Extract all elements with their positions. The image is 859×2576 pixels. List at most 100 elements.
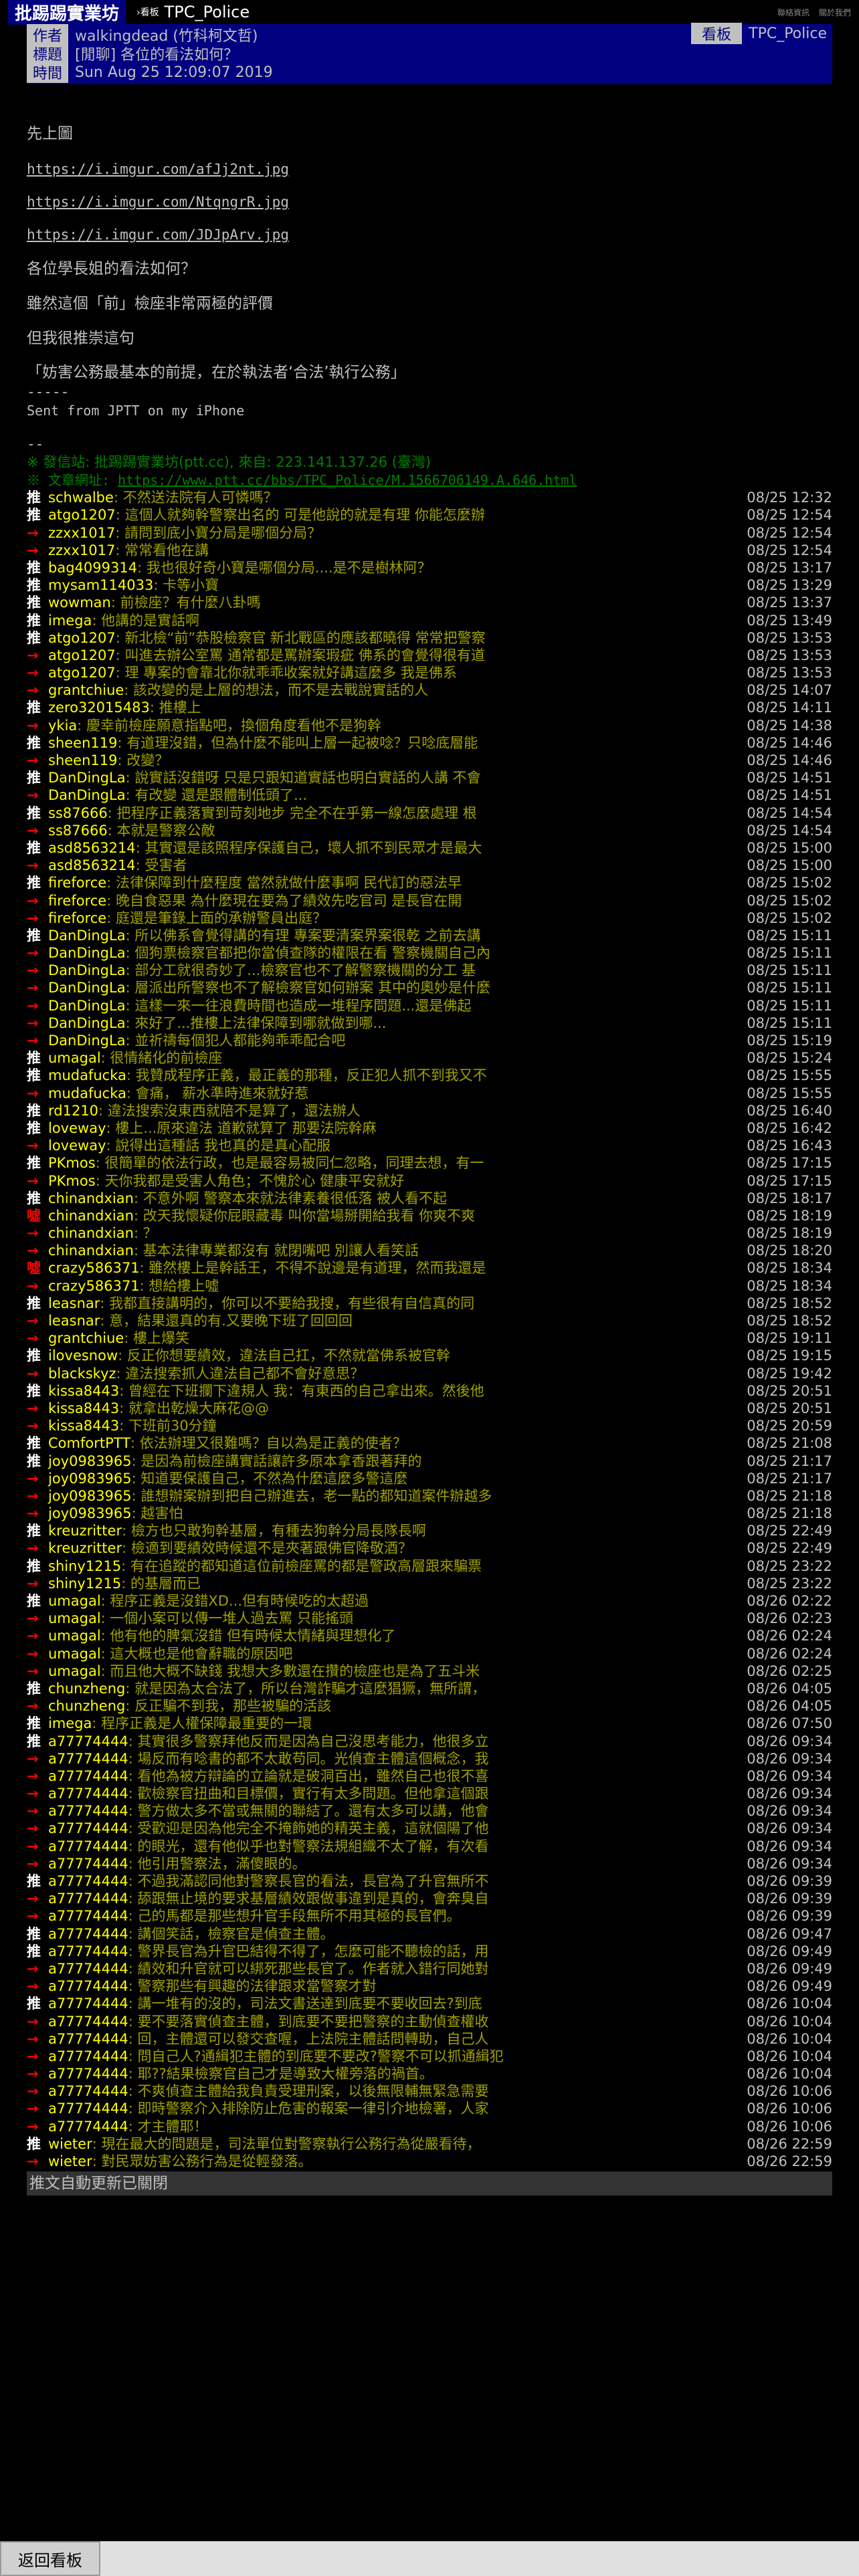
push-row: → a77774444: 己的馬都是那些想升官手段無所不用其極的長官們。 08/26…: [27, 1907, 832, 1925]
push-time: 08/26 10:04: [747, 1996, 832, 2012]
push-time: 08/25 16:40: [747, 1102, 832, 1119]
push-content: : 不意外啊 警察本來就法律素養很低落 被人看不起: [133, 1190, 448, 1206]
push-row: → a77774444: 不爽偵查主體給我負責受理刑案，以後無限輔無緊急需要 08/…: [27, 2082, 832, 2100]
push-content: : 違法搜索沒東西就陪不是算了，還法辦人: [98, 1102, 361, 1119]
push-time: 08/25 21:18: [747, 1487, 832, 1504]
push-time: 08/26 10:04: [747, 2048, 832, 2064]
push-content: : 天你我都是受害人角色；不愧於心 健康平安就好: [95, 1172, 405, 1189]
push-row: 推 wieter: 現在最大的問題是，司法單位對警察執行公務行為從嚴看待， 08/2…: [27, 2135, 832, 2153]
push-user: joy0983965: [48, 1487, 132, 1504]
push-row: 推 mysam114033: 卡等小寶 08/25 13:29: [27, 576, 832, 594]
push-content: : 越害怕: [131, 1505, 183, 1522]
push-row: → chinandxian: 基本法律專業都沒有 就閉嘴吧 別讓人看笑話 08/25…: [27, 1242, 832, 1259]
push-tag: →: [27, 1418, 39, 1434]
push-row: → DanDingLa: 這樣一來一往浪費時間也造成一堆程序問題...還是佛起 08…: [27, 997, 832, 1014]
push-tag: 推: [27, 577, 41, 594]
push-row: → a77774444: 回，主體還可以發交查喔，上法院主體話問轉助，自己人 08/…: [27, 2030, 832, 2048]
push-user: chinandxian: [48, 1225, 134, 1242]
push-user: umagal: [48, 1645, 101, 1662]
time-label: 時間: [27, 62, 68, 83]
push-row: → a77774444: 的眼光，還有他似乎也對警察法規組織不太了解，有次看 08/…: [27, 1838, 832, 1855]
push-user: kissa8443: [48, 1400, 120, 1416]
push-content: : 來好了...推樓上法律保障到哪就做到哪...: [125, 1014, 387, 1031]
push-content: : 警察那些有興趣的法律跟求當警察才對: [128, 1978, 377, 1995]
push-time: 08/25 18:34: [747, 1260, 832, 1277]
push-time: 08/26 07:50: [747, 1715, 832, 1732]
push-row: → asd8563214: 受害者 08/25 15:00: [27, 857, 832, 874]
push-tag: 推: [27, 875, 41, 891]
push-row: 推 DanDingLa: 所以佛系會覺得講的有理 專案要清案界案很乾 之前去講 08…: [27, 927, 832, 944]
push-time: 08/25 17:15: [747, 1172, 832, 1189]
push-tag: 推: [27, 1680, 41, 1697]
push-content: : 層派出所警察也不了解檢察官如何辦案 其中的奧妙是什麼: [125, 980, 490, 996]
push-content: : 的基層而已: [121, 1575, 201, 1592]
push-tag: →: [27, 1786, 39, 1802]
push-time: 08/25 16:43: [747, 1138, 832, 1154]
push-time: 08/25 18:19: [747, 1207, 832, 1224]
push-user: DanDingLa: [48, 1014, 126, 1031]
push-content: : 慶幸前檢座願意指點吧，換個角度看他不是狗幹: [77, 717, 382, 734]
push-row: → a77774444: 要不要落實偵查主體，到底要不要把警察的主動偵查權收 08/…: [27, 2013, 832, 2030]
push-content: : 程序正義是沒錯XD...但有時候吃的太超過: [100, 1593, 369, 1610]
image-link[interactable]: https://i.imgur.com/afJj2nt.jpg: [27, 161, 289, 177]
push-tag: 推: [27, 700, 41, 716]
push-row: → grantchiue: 該改變的是上層的想法，而不是去戰說實話的人 08/25 …: [27, 681, 832, 699]
push-tag: →: [27, 1908, 39, 1925]
push-user: a77774444: [48, 1873, 128, 1890]
push-time: 08/25 13:29: [747, 577, 832, 594]
push-tag: →: [27, 1505, 39, 1522]
push-row: 推 atgo1207: 這個人就夠幹警察出名的 可是他說的就是有理 你能怎麼辦 08…: [27, 506, 832, 524]
push-user: wieter: [48, 2135, 92, 2152]
push-content: : 他引用警察法，滿傻眼的。: [128, 1855, 306, 1872]
push-time: 08/25 18:52: [747, 1313, 832, 1329]
push-user: leasnar: [48, 1295, 100, 1311]
push-time: 08/25 15:11: [747, 980, 832, 996]
article-url-link[interactable]: https://www.ptt.cc/bbs/TPC_Police/M.1566…: [118, 472, 577, 488]
push-user: umagal: [48, 1593, 101, 1610]
push-content: : 叫進去辦公室罵 通常都是罵辦案瑕疵 佛系的會覺得很有道: [115, 647, 485, 663]
push-content: : 一個小案可以傳一堆人過去罵 只能搖頭: [100, 1610, 354, 1627]
push-time: 08/26 10:06: [747, 2101, 832, 2117]
push-row: 推 umagal: 很情緒化的前檢座 08/25 15:24: [27, 1049, 832, 1067]
push-user: sheen119: [48, 752, 118, 769]
push-tag: →: [27, 945, 39, 962]
push-row: → kreuzritter: 檢適到要績效時候還不是夾著跟佛官降敬酒？ 08/25 …: [27, 1539, 832, 1557]
push-content: : 常常看他在講: [115, 542, 209, 558]
push-row: → DanDingLa: 來好了...推樓上法律保障到哪就做到哪... 08/25 …: [27, 1014, 832, 1032]
header-time-row: 時間 Sun Aug 25 12:09:07 2019: [27, 62, 832, 83]
push-row: → a77774444: 歡檢察官扭曲和目標價，實行有太多問題。但他拿這個跟 08/…: [27, 1785, 832, 1802]
push-time: 08/26 04:05: [747, 1680, 832, 1697]
image-link[interactable]: https://i.imgur.com/JDJpArv.jpg: [27, 227, 289, 243]
push-user: umagal: [48, 1628, 101, 1644]
push-content: : 現在最大的問題是，司法單位對警察執行公務行為從嚴看待，: [92, 2135, 481, 2152]
push-time: 08/26 09:39: [747, 1873, 832, 1890]
header-title-row: 標題 [閒聊] 各位的看法如何？: [27, 43, 832, 64]
contact-link[interactable]: 聯絡資訊: [777, 7, 809, 18]
push-tag: →: [27, 1838, 39, 1854]
board-link[interactable]: TPC_Police: [165, 3, 250, 21]
push-user: a77774444: [48, 1733, 128, 1749]
push-tag: →: [27, 1767, 39, 1784]
push-row: → chunzheng: 反正騙不到我，那些被騙的活該 08/26 04:05: [27, 1697, 832, 1715]
site-logo-link[interactable]: 批踢踢實業坊: [8, 0, 126, 25]
push-tag: →: [27, 2101, 39, 2117]
push-time: 08/26 09:47: [747, 1925, 832, 1942]
push-tag: 推: [27, 1050, 41, 1067]
push-row: → leasnar: 意，結果還真的有.又要晚下班了回回回 08/25 18:52: [27, 1312, 832, 1329]
about-link[interactable]: 關於我們: [819, 7, 851, 18]
push-tag: →: [27, 1225, 39, 1242]
push-row: → a77774444: 問自己人?通緝犯主體的到底要不要改?警察不可以抓通緝犯 0…: [27, 2048, 832, 2065]
back-to-board-button[interactable]: 返回看板: [0, 2541, 100, 2576]
push-tag: →: [27, 1540, 39, 1557]
push-user: umagal: [48, 1610, 101, 1627]
push-row: → joy0983965: 誰想辦案辦到把自己辦進去，老一點的都知道案件辦越多 08…: [27, 1487, 832, 1505]
push-content: : 基本法律專業都沒有 就閉嘴吧 別讓人看笑話: [133, 1243, 419, 1259]
push-user: asd8563214: [48, 857, 136, 874]
push-time: 08/25 15:02: [747, 875, 832, 891]
push-row: 推 kreuzritter: 檢方也只敢狗幹基層，有種去狗幹分局長隊長啊 08/25…: [27, 1522, 832, 1539]
push-tag: →: [27, 1698, 39, 1715]
push-row: → umagal: 這大概也是他會辭職的原因吧 08/26 02:24: [27, 1645, 832, 1662]
image-link[interactable]: https://i.imgur.com/NtqngrR.jpg: [27, 194, 289, 210]
push-content: : 個狗票檢察官都把你當偵查隊的權限在看 警察機關自己內: [125, 945, 490, 962]
push-user: DanDingLa: [48, 787, 126, 804]
